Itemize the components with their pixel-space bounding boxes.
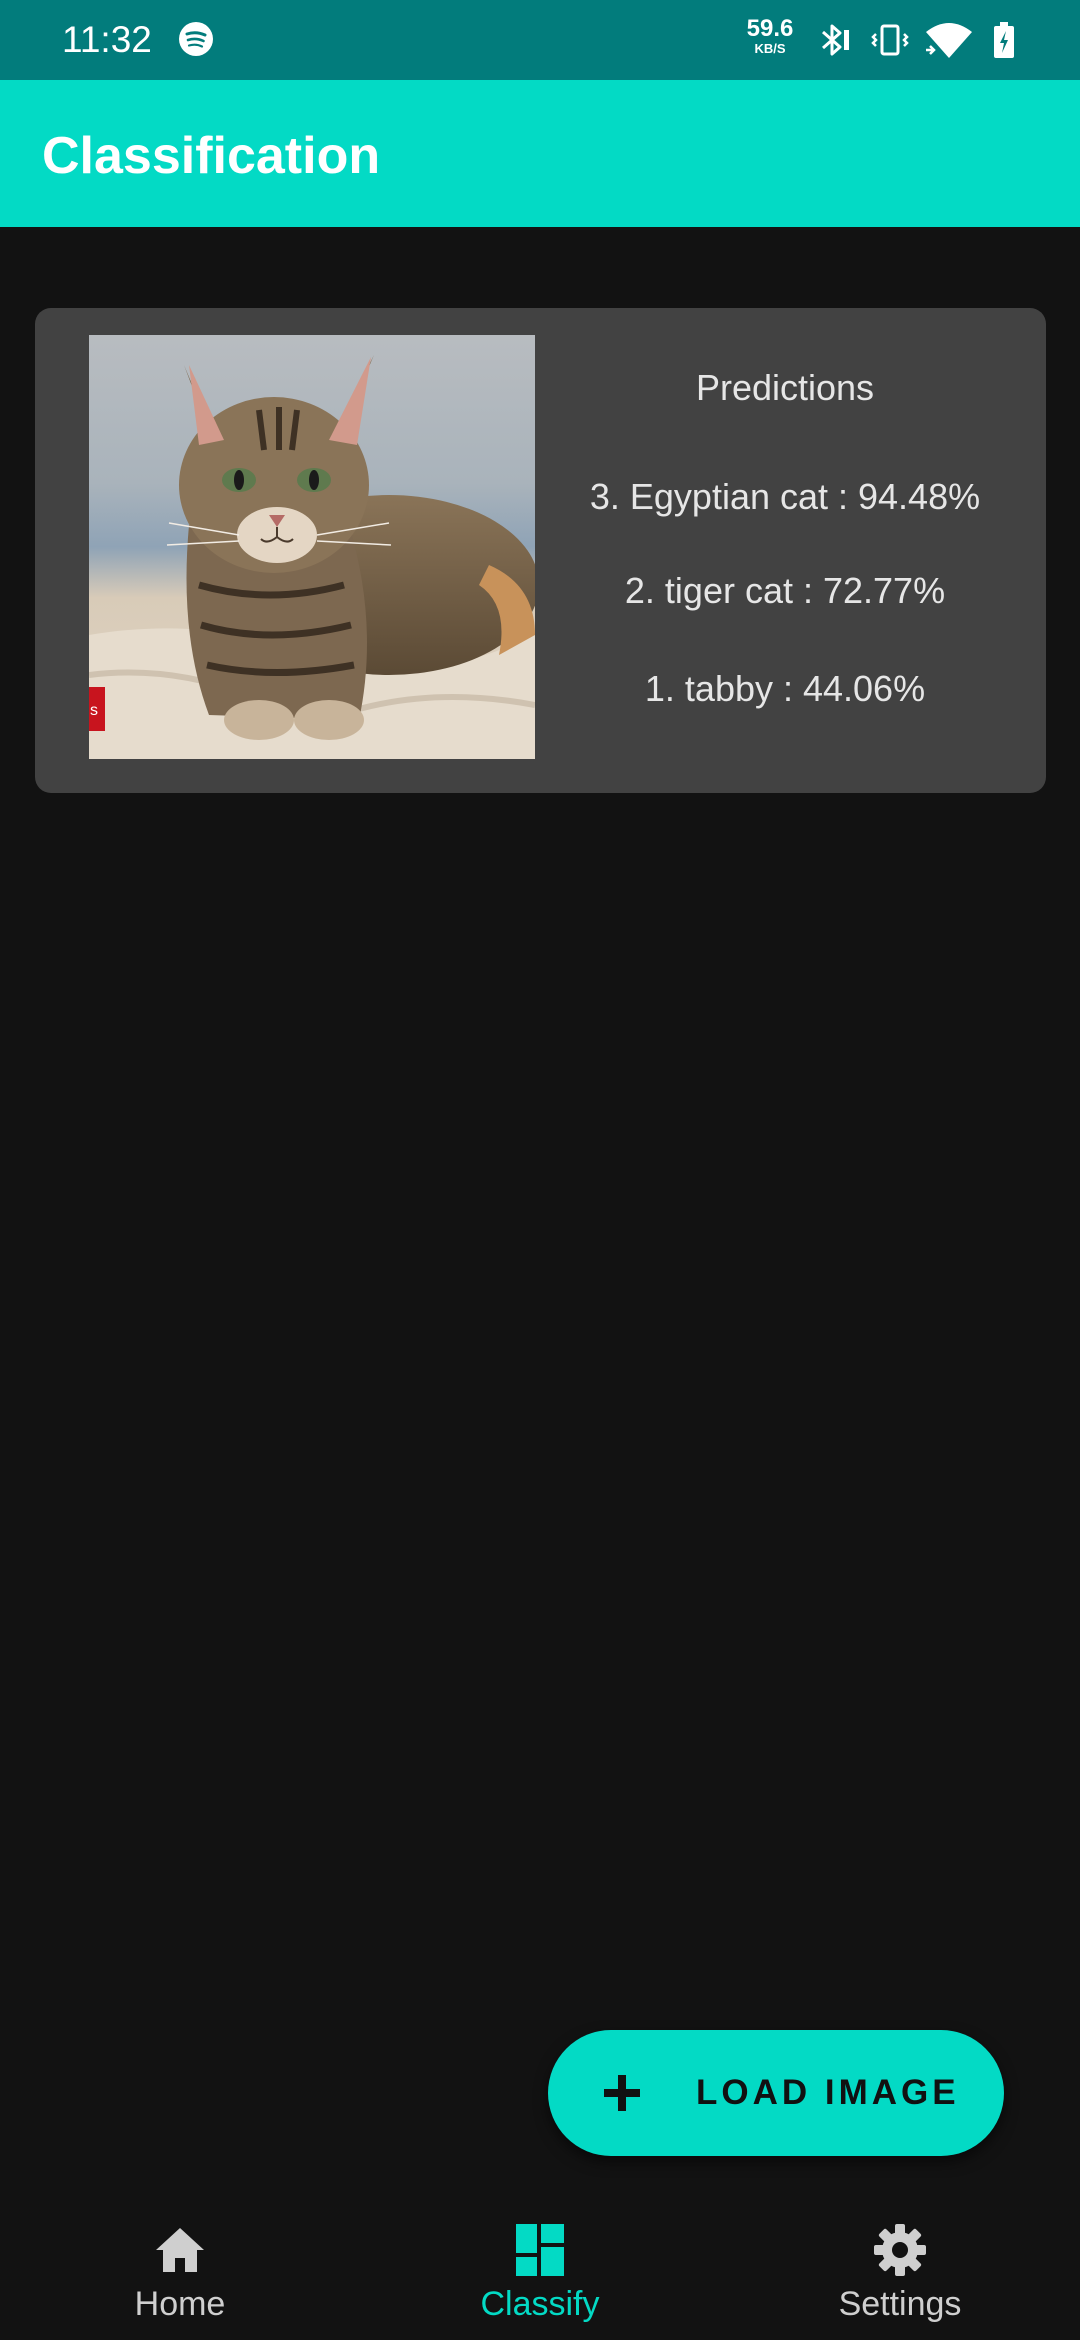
- dashboard-icon: [516, 2224, 564, 2276]
- status-time: 11:32: [62, 19, 152, 60]
- network-speed: 59.6 KB/S: [740, 16, 800, 56]
- predictions-title: Predictions: [695, 367, 875, 408]
- vibrate-icon: [871, 24, 909, 56]
- load-image-button[interactable]: LOAD IMAGE: [548, 2030, 1004, 2156]
- prediction-item: 1. tabby : 44.06%: [644, 668, 926, 709]
- gear-icon: [874, 2224, 926, 2276]
- wifi-icon: [926, 23, 972, 58]
- predictions-panel: Predictions 3. Egyptian cat : 94.48% 2. …: [565, 308, 1005, 793]
- nav-label-classify: Classify: [480, 2285, 600, 2323]
- cat-photo: s: [89, 335, 535, 759]
- prediction-item: 2. tiger cat : 72.77%: [624, 570, 946, 611]
- spotify-icon: [179, 22, 213, 56]
- nav-label-settings: Settings: [838, 2285, 962, 2323]
- nav-item-settings[interactable]: Settings: [720, 2190, 1080, 2340]
- plus-icon: [604, 2075, 640, 2111]
- network-speed-value: 59.6: [746, 15, 794, 42]
- nav-label-home: Home: [134, 2285, 226, 2323]
- prediction-card: s Predictions 3. Egyptian cat : 94.48% 2…: [35, 308, 1046, 793]
- network-speed-unit: KB/S: [754, 41, 786, 56]
- home-icon: [156, 2228, 204, 2272]
- load-image-label: LOAD IMAGE: [696, 2073, 960, 2112]
- app-bar: Classification: [0, 80, 1080, 227]
- prediction-item: 3. Egyptian cat : 94.48%: [589, 476, 981, 517]
- bluetooth-icon: [822, 24, 849, 56]
- nav-item-home[interactable]: Home: [0, 2190, 360, 2340]
- svg-text:s: s: [90, 702, 98, 719]
- page-title: Classification: [42, 127, 381, 185]
- battery-charging-icon: [994, 22, 1014, 58]
- bottom-navigation: Home Classify Settings: [0, 2190, 1080, 2340]
- nav-item-classify[interactable]: Classify: [360, 2190, 720, 2340]
- status-bar: 11:32 59.6 KB/S: [0, 0, 1080, 80]
